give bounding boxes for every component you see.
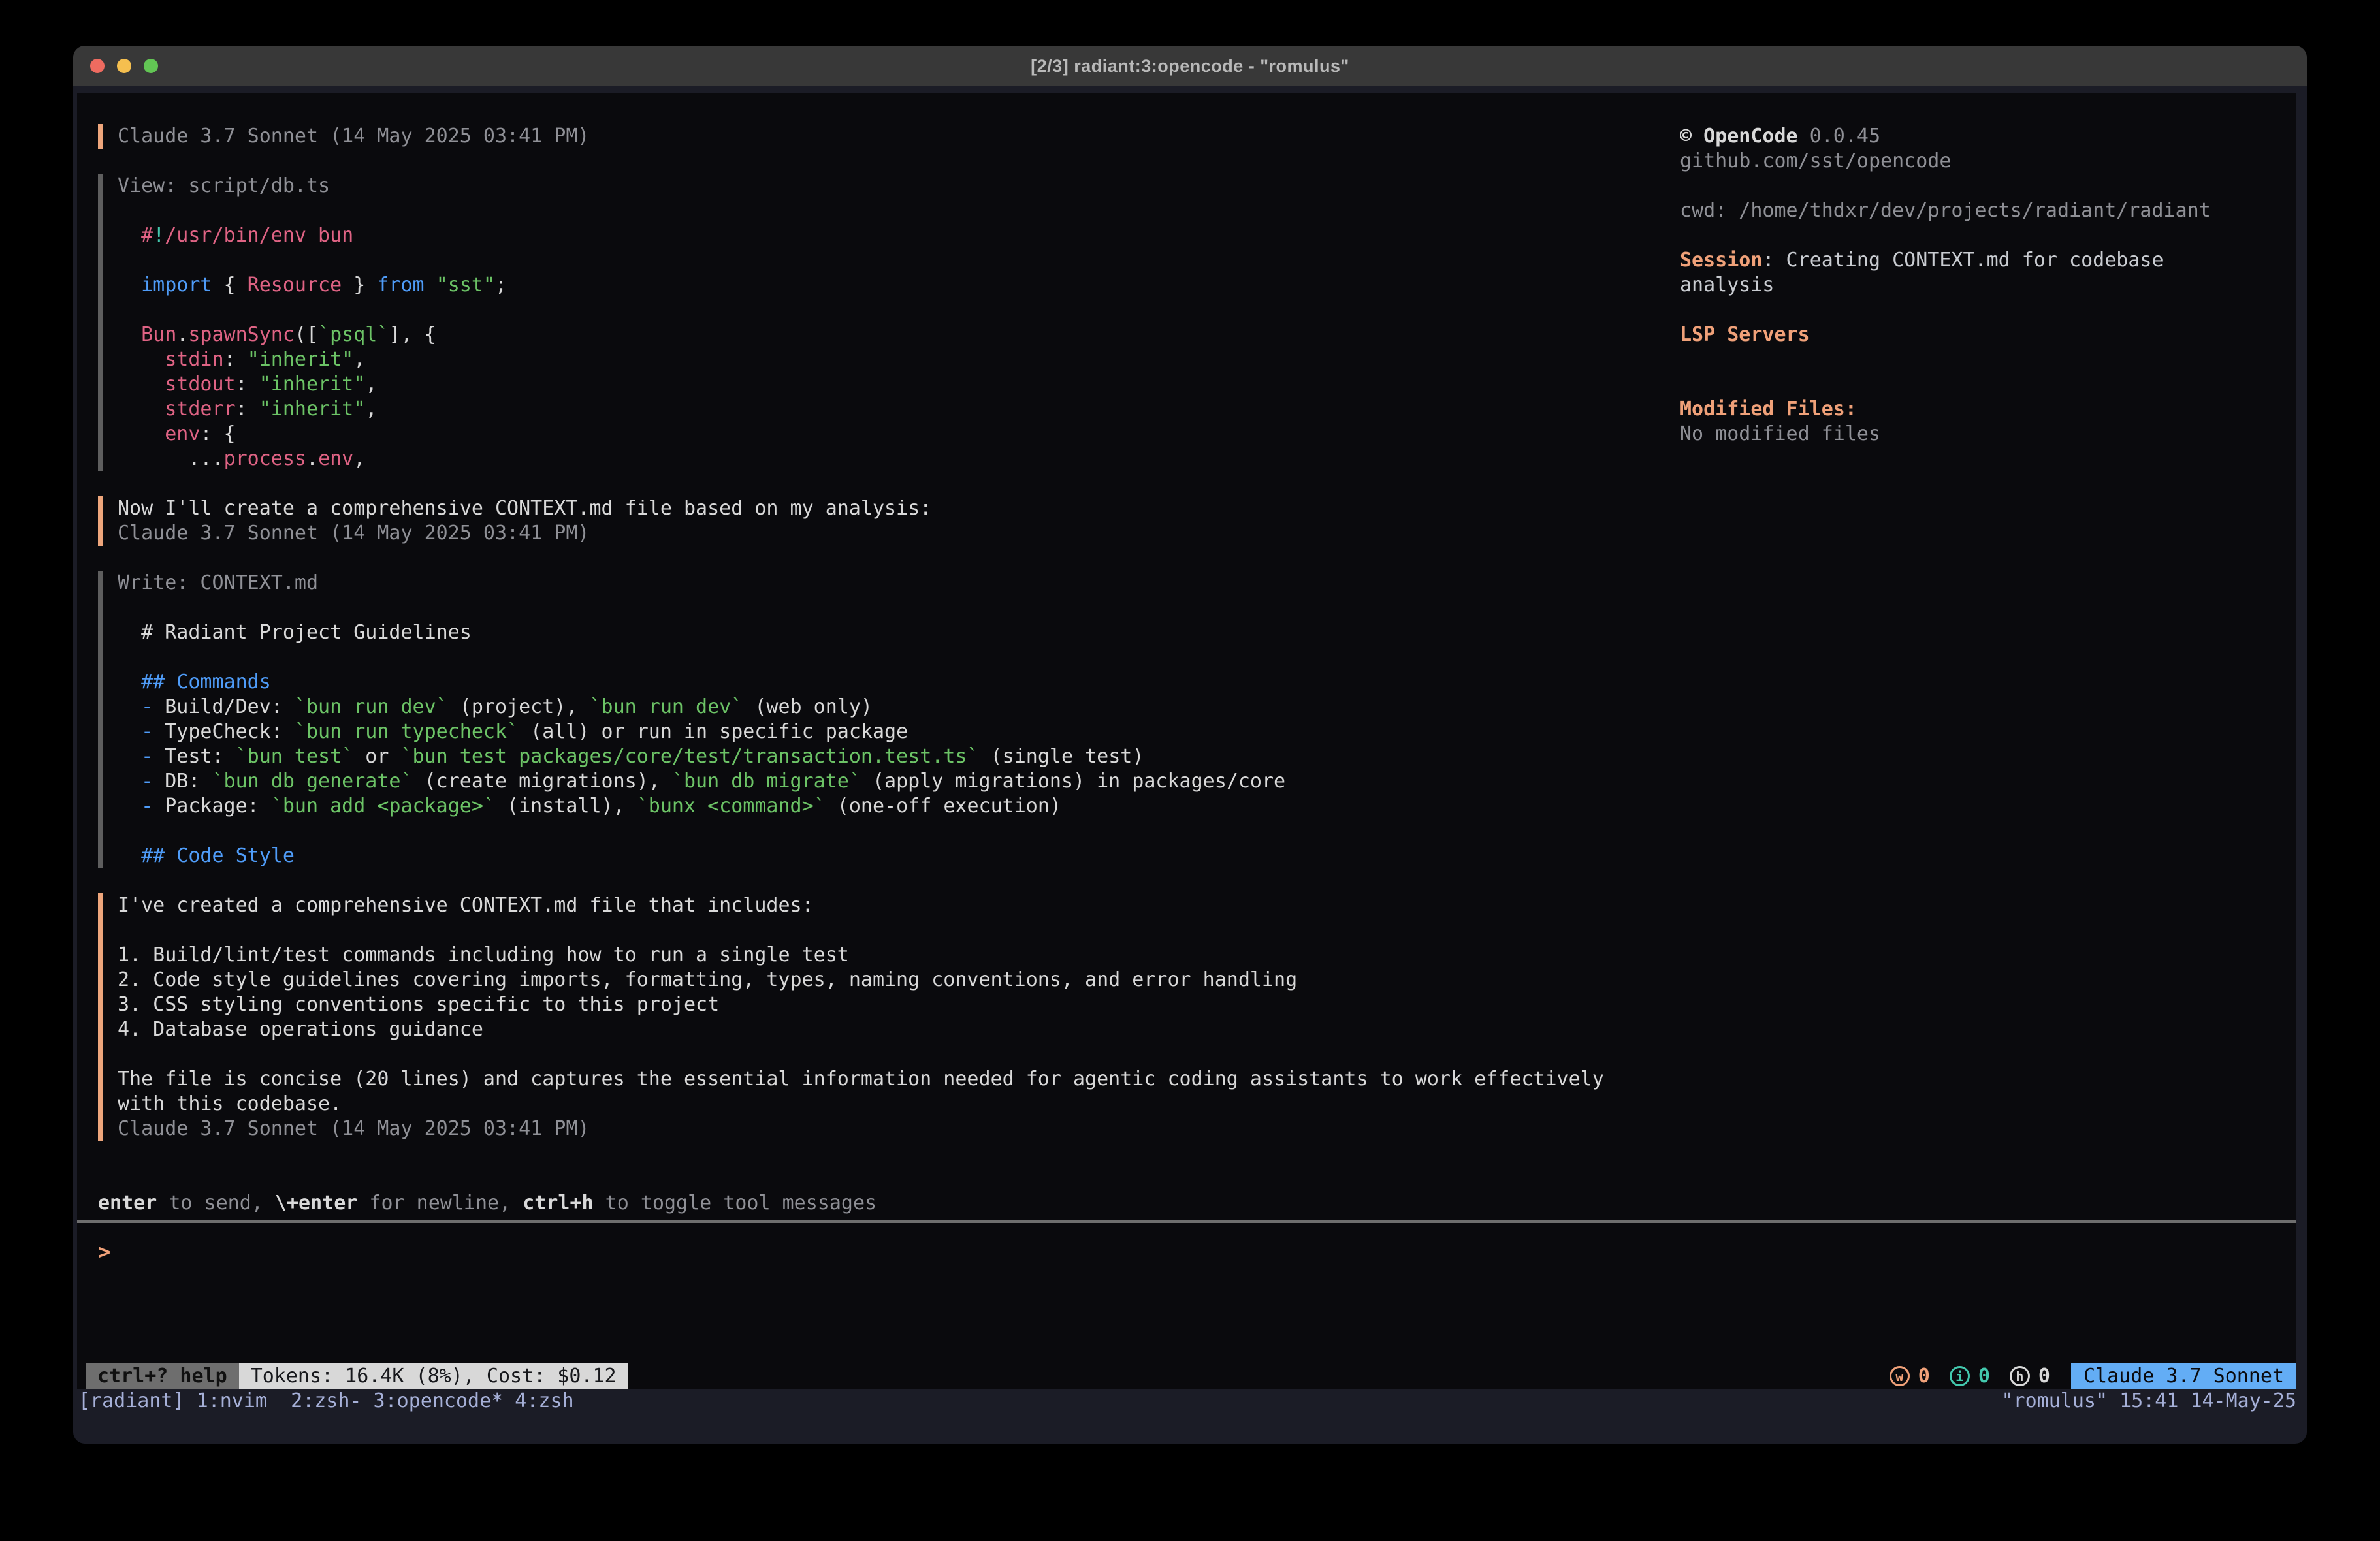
- text-line: 3. CSS styling conventions specific to t…: [118, 993, 1604, 1017]
- text-line: env: {: [118, 422, 507, 447]
- text-line: [1680, 347, 2211, 372]
- text-line: [118, 645, 1285, 670]
- message-accent-bar: [98, 124, 103, 149]
- tmux-status-bar: [radiant] 1:nvim 2:zsh- 3:opencode* 4:zs…: [78, 1389, 2296, 1414]
- text-line: [1680, 298, 2211, 323]
- text-line: [118, 596, 1285, 620]
- message-accent-bar: [98, 174, 103, 471]
- message-accent-bar: [98, 571, 103, 868]
- text-line: ...process.env,: [118, 447, 507, 471]
- zoom-button[interactable]: [144, 59, 158, 73]
- text-line: [118, 199, 507, 223]
- session-sidebar: © OpenCode 0.0.45github.com/sst/opencode…: [1680, 124, 2211, 447]
- text-line: github.com/sst/opencode: [1680, 149, 2211, 174]
- conversation: Claude 3.7 Sonnet (14 May 2025 03:41 PM)…: [98, 124, 1604, 1166]
- text-line: [1680, 223, 2211, 248]
- tmux-window-list[interactable]: [radiant] 1:nvim 2:zsh- 3:opencode* 4:zs…: [78, 1389, 574, 1414]
- help-shortcut-badge: ctrl+? help: [86, 1363, 239, 1389]
- text-line: [118, 248, 507, 273]
- warning-counter: w 0: [1890, 1365, 1930, 1388]
- hint-icon: h: [2010, 1366, 2030, 1386]
- text-line: import { Resource } from "sst";: [118, 273, 507, 298]
- prompt-chevron-icon: >: [98, 1239, 110, 1264]
- text-line: stderr: "inherit",: [118, 397, 507, 422]
- text-line: Claude 3.7 Sonnet (14 May 2025 03:41 PM): [118, 1117, 1604, 1141]
- text-line: LSP Servers: [1680, 323, 2211, 347]
- text-line: No modified files: [1680, 422, 2211, 447]
- text-line: Now I'll create a comprehensive CONTEXT.…: [118, 496, 931, 521]
- text-line: - Test: `bun test` or `bun test packages…: [118, 744, 1285, 769]
- message-body: Claude 3.7 Sonnet (14 May 2025 03:41 PM): [103, 124, 589, 149]
- message-body: View: script/db.ts #!/usr/bin/env bun im…: [103, 174, 507, 471]
- diagnostic-counters: w 0 i 0 h 0: [1890, 1363, 2050, 1389]
- text-line: View: script/db.ts: [118, 174, 507, 199]
- message-block: I've created a comprehensive CONTEXT.md …: [98, 893, 1604, 1141]
- info-counter: i 0: [1950, 1365, 1990, 1388]
- text-line: [118, 819, 1285, 844]
- text-line: analysis: [1680, 273, 2211, 298]
- text-line: [118, 298, 507, 323]
- info-icon: i: [1950, 1366, 1970, 1386]
- text-line: stdout: "inherit",: [118, 372, 507, 397]
- text-line: cwd: /home/thdxr/dev/projects/radiant/ra…: [1680, 199, 2211, 223]
- text-line: with this codebase.: [118, 1092, 1604, 1117]
- close-button[interactable]: [90, 59, 105, 73]
- text-line: # Radiant Project Guidelines: [118, 620, 1285, 645]
- window-title: [2/3] radiant:3:opencode - "romulus": [1031, 56, 1349, 76]
- text-line: stdin: "inherit",: [118, 347, 507, 372]
- warning-icon: w: [1890, 1366, 1910, 1386]
- hint-counter: h 0: [2010, 1365, 2050, 1388]
- text-line: Claude 3.7 Sonnet (14 May 2025 03:41 PM): [118, 124, 589, 149]
- tokens-cost-badge: Tokens: 16.4K (8%), Cost: $0.12: [239, 1363, 628, 1389]
- message-block: Now I'll create a comprehensive CONTEXT.…: [98, 496, 1604, 546]
- opencode-status-bar: ctrl+? help Tokens: 16.4K (8%), Cost: $0…: [77, 1363, 2296, 1389]
- text-line: Modified Files:: [1680, 397, 2211, 422]
- terminal-window: [2/3] radiant:3:opencode - "romulus" Cla…: [73, 46, 2307, 1444]
- hint-count: 0: [2038, 1365, 2050, 1388]
- window-titlebar[interactable]: [2/3] radiant:3:opencode - "romulus": [73, 46, 2307, 86]
- text-line: - Build/Dev: `bun run dev` (project), `b…: [118, 695, 1285, 720]
- message-input[interactable]: >: [98, 1239, 110, 1264]
- model-badge[interactable]: Claude 3.7 Sonnet: [2071, 1363, 2296, 1389]
- tmux-session-clock: "romulus" 15:41 14-May-25: [2001, 1389, 2296, 1414]
- text-line: 1. Build/lint/test commands including ho…: [118, 943, 1604, 968]
- text-line: enter to send, \+enter for newline, ctrl…: [98, 1191, 876, 1216]
- text-line: Claude 3.7 Sonnet (14 May 2025 03:41 PM): [118, 521, 931, 546]
- input-divider: [77, 1220, 2296, 1223]
- text-line: [118, 1042, 1604, 1067]
- text-line: ## Commands: [118, 670, 1285, 695]
- text-line: Write: CONTEXT.md: [118, 571, 1285, 596]
- minimize-button[interactable]: [117, 59, 131, 73]
- message-body: Write: CONTEXT.md # Radiant Project Guid…: [103, 571, 1285, 868]
- text-line: Bun.spawnSync([`psql`], {: [118, 323, 507, 347]
- message-body: I've created a comprehensive CONTEXT.md …: [103, 893, 1604, 1141]
- text-line: The file is concise (20 lines) and captu…: [118, 1067, 1604, 1092]
- text-line: - Package: `bun add <package>` (install)…: [118, 794, 1285, 819]
- traffic-lights: [90, 46, 158, 86]
- message-accent-bar: [98, 496, 103, 546]
- text-line: - TypeCheck: `bun run typecheck` (all) o…: [118, 720, 1285, 744]
- message-body: Now I'll create a comprehensive CONTEXT.…: [103, 496, 931, 546]
- text-line: Session: Creating CONTEXT.md for codebas…: [1680, 248, 2211, 273]
- text-line: - DB: `bun db generate` (create migratio…: [118, 769, 1285, 794]
- warning-count: 0: [1918, 1365, 1930, 1388]
- desktop: { "window": { "title": "[2/3] radiant:3:…: [0, 0, 2380, 1541]
- keybinding-hint: enter to send, \+enter for newline, ctrl…: [98, 1191, 876, 1216]
- text-line: 2. Code style guidelines covering import…: [118, 968, 1604, 993]
- message-block: Write: CONTEXT.md # Radiant Project Guid…: [98, 571, 1604, 868]
- text-line: I've created a comprehensive CONTEXT.md …: [118, 893, 1604, 918]
- message-accent-bar: [98, 893, 103, 1141]
- message-block: Claude 3.7 Sonnet (14 May 2025 03:41 PM): [98, 124, 1604, 149]
- message-block: View: script/db.ts #!/usr/bin/env bun im…: [98, 174, 1604, 471]
- info-count: 0: [1978, 1365, 1990, 1388]
- text-line: © OpenCode 0.0.45: [1680, 124, 2211, 149]
- text-line: [1680, 372, 2211, 397]
- text-line: 4. Database operations guidance: [118, 1017, 1604, 1042]
- text-line: [1680, 174, 2211, 199]
- text-line: #!/usr/bin/env bun: [118, 223, 507, 248]
- text-line: [118, 918, 1604, 943]
- text-line: ## Code Style: [118, 844, 1285, 868]
- terminal-content: Claude 3.7 Sonnet (14 May 2025 03:41 PM)…: [77, 93, 2296, 1389]
